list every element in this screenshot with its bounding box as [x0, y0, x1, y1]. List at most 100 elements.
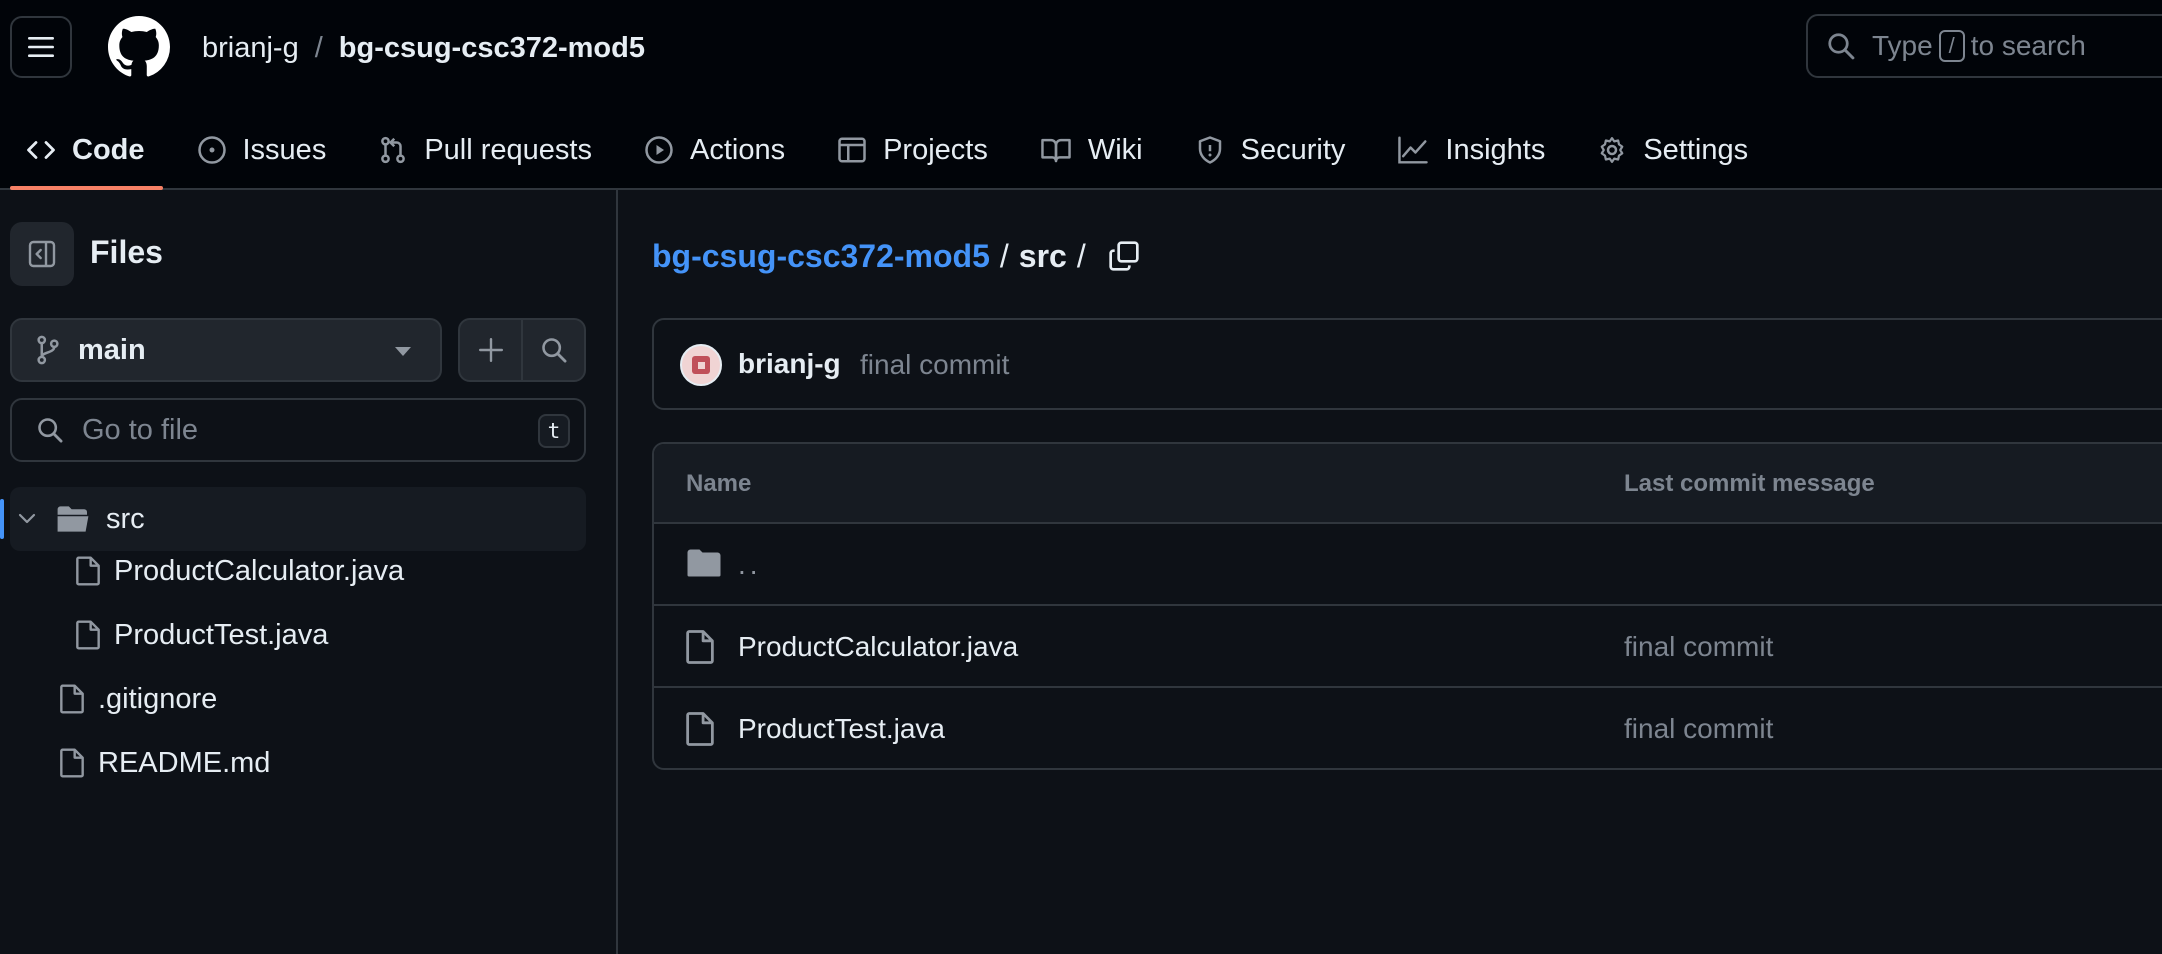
file-name-link[interactable]: ProductCalculator.java — [738, 631, 1018, 663]
file-name-link[interactable]: .. — [738, 549, 762, 581]
file-icon — [60, 748, 84, 778]
tree-item-readme[interactable]: README.md — [60, 738, 270, 788]
tree-item-label: ProductTest.java — [114, 618, 329, 651]
file-tree-sidebar: Files main Go to file t src ProductCalcu… — [0, 190, 618, 954]
column-header-message: Last commit message — [1624, 470, 1875, 497]
copy-path-button[interactable] — [1108, 240, 1140, 272]
path-breadcrumb: bg-csug-csc372-mod5 / src / — [652, 234, 1140, 278]
tab-code[interactable]: Code — [0, 110, 171, 190]
tree-item-gitignore[interactable]: .gitignore — [60, 674, 217, 724]
tab-security-label: Security — [1240, 133, 1346, 166]
breadcrumb-repo-link[interactable]: bg-csug-csc372-mod5 — [652, 238, 990, 275]
breadcrumb-separator: / — [314, 31, 323, 64]
tree-item-label: .gitignore — [98, 682, 218, 715]
tab-code-label: Code — [72, 133, 145, 166]
file-listing-table: Name Last commit message .. ProductCalcu… — [652, 442, 2162, 770]
menu-button[interactable] — [10, 16, 72, 78]
file-icon — [686, 712, 714, 746]
collapse-sidebar-button[interactable] — [10, 222, 74, 286]
search-files-button[interactable] — [523, 320, 584, 380]
tab-settings-label: Settings — [1643, 133, 1749, 166]
search-prefix-text: Type — [1872, 30, 1933, 61]
table-header: Name Last commit message — [654, 444, 2162, 524]
table-icon — [838, 137, 866, 163]
breadcrumb-separator: / — [999, 237, 1009, 274]
file-icon — [60, 684, 84, 714]
app-header: brianj-g / bg-csug-csc372-mod5 Type / to… — [0, 0, 2162, 190]
chevron-down-icon — [18, 513, 36, 524]
github-logo-icon[interactable] — [108, 16, 170, 78]
tab-security[interactable]: Security — [1169, 110, 1372, 190]
breadcrumb-current-folder: src — [1018, 237, 1067, 274]
branch-name: main — [78, 333, 146, 366]
go-to-file-placeholder: Go to file — [82, 413, 199, 446]
search-suffix-text: to search — [1970, 30, 2086, 61]
breadcrumb-separator: / — [1076, 237, 1086, 274]
table-row[interactable]: ProductTest.java final commit — [654, 688, 2162, 768]
copy-icon — [1109, 241, 1139, 271]
search-input[interactable]: Type / to search — [1806, 14, 2162, 78]
graph-icon — [1398, 136, 1429, 164]
search-icon — [541, 338, 566, 363]
files-heading: Files — [90, 234, 163, 270]
code-icon — [27, 141, 55, 159]
git-pull-request-icon — [381, 136, 406, 164]
repo-owner-link[interactable]: brianj-g — [202, 32, 299, 65]
repo-nav: Code Issues Pull requests Actions Projec… — [0, 110, 1774, 190]
gear-icon — [1600, 137, 1624, 163]
tree-item-productcalculator[interactable]: ProductCalculator.java — [76, 546, 404, 596]
file-name-link[interactable]: ProductTest.java — [738, 713, 945, 745]
commit-message-link[interactable]: final commit — [1624, 713, 1773, 745]
commit-message-link[interactable]: final commit — [1624, 631, 1773, 663]
tab-insights[interactable]: Insights — [1371, 110, 1571, 190]
tab-pull-requests-label: Pull requests — [424, 133, 592, 166]
tab-settings[interactable]: Settings — [1571, 110, 1774, 190]
shield-icon — [1198, 136, 1221, 164]
file-icon — [686, 630, 714, 664]
tab-pull-requests[interactable]: Pull requests — [352, 110, 618, 190]
table-row-parent-directory[interactable]: .. — [654, 524, 2162, 606]
play-icon — [645, 136, 673, 164]
add-file-button[interactable] — [460, 320, 523, 380]
book-icon — [1041, 138, 1071, 163]
commit-message-link[interactable]: final commit — [860, 349, 1009, 381]
folder-open-icon — [57, 506, 89, 532]
search-shortcut-key: / — [1938, 30, 1965, 62]
tree-item-src[interactable]: src — [0, 487, 586, 551]
tab-projects-label: Projects — [883, 133, 988, 166]
search-icon — [1828, 33, 1855, 60]
sidebar-collapse-icon — [28, 240, 56, 268]
tab-issues[interactable]: Issues — [171, 110, 353, 190]
folder-icon — [687, 549, 721, 577]
tree-actions — [458, 318, 586, 382]
triangle-down-icon — [395, 347, 411, 356]
go-to-file-input[interactable]: Go to file t — [10, 398, 586, 462]
repo-name-link[interactable]: bg-csug-csc372-mod5 — [339, 32, 645, 65]
go-to-file-shortcut: t — [538, 414, 570, 448]
tab-issues-label: Issues — [242, 133, 327, 166]
repo-breadcrumb: brianj-g / bg-csug-csc372-mod5 — [202, 28, 645, 68]
latest-commit-bar: brianj-g final commit — [652, 318, 2162, 410]
plus-icon — [478, 337, 503, 363]
file-icon — [76, 620, 100, 650]
issue-opened-icon — [197, 136, 226, 164]
tab-actions-label: Actions — [689, 133, 786, 166]
tree-item-label: src — [106, 502, 145, 535]
git-branch-icon — [37, 335, 59, 365]
column-header-name: Name — [686, 470, 752, 497]
avatar[interactable] — [680, 344, 722, 386]
hamburger-icon — [28, 37, 54, 57]
branch-selector[interactable]: main — [10, 318, 442, 382]
tab-insights-label: Insights — [1445, 133, 1546, 166]
tab-wiki-label: Wiki — [1087, 133, 1143, 166]
tab-actions[interactable]: Actions — [618, 110, 811, 190]
commit-author-link[interactable]: brianj-g — [738, 348, 841, 380]
tab-wiki[interactable]: Wiki — [1014, 110, 1169, 190]
tree-item-producttest[interactable]: ProductTest.java — [76, 610, 328, 660]
search-icon — [38, 418, 63, 443]
tree-item-label: ProductCalculator.java — [114, 554, 405, 587]
tree-item-label: README.md — [98, 746, 271, 779]
tab-projects[interactable]: Projects — [811, 110, 1014, 190]
table-row[interactable]: ProductCalculator.java final commit — [654, 606, 2162, 688]
file-icon — [76, 556, 100, 586]
